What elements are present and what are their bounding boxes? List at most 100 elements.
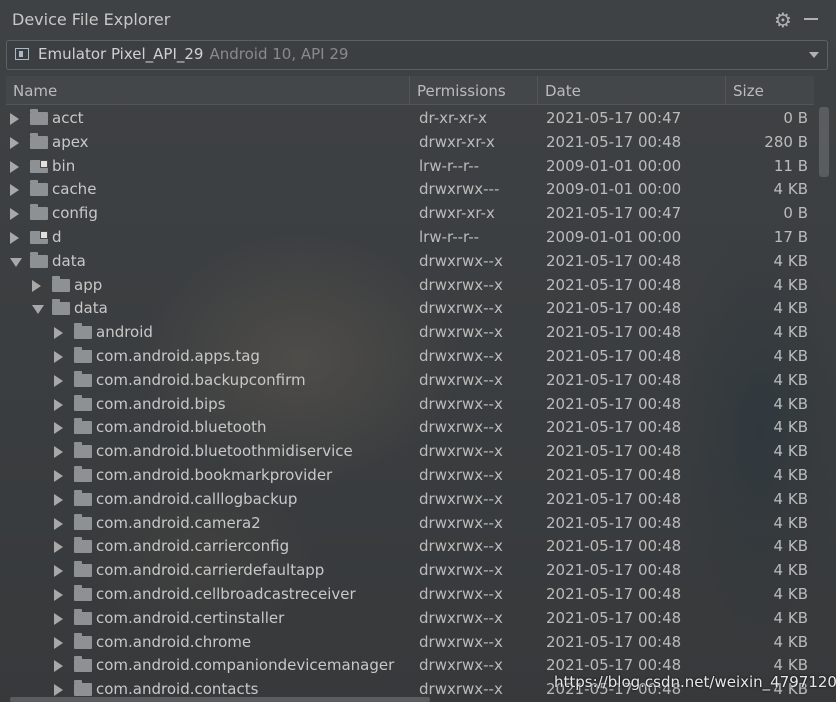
file-name: acct <box>52 109 84 127</box>
file-permissions: drwxrwx--x <box>419 656 503 675</box>
folder-icon <box>30 204 48 221</box>
expand-right-icon[interactable] <box>54 350 63 363</box>
file-permissions: drwxrwx--x <box>419 632 503 651</box>
file-size: 4 KB <box>773 561 808 580</box>
table-row[interactable]: com.android.carrierconfig drwxrwx--x 2021-… <box>6 535 814 559</box>
chevron-down-icon[interactable] <box>809 52 819 58</box>
expand-down-icon[interactable] <box>10 257 22 267</box>
expand-right-icon[interactable] <box>54 493 63 506</box>
expand-right-icon[interactable] <box>10 136 19 149</box>
table-row[interactable]: bin lrw-r--r-- 2009-01-01 00:00 11 B <box>6 155 814 179</box>
folder-icon <box>30 132 48 149</box>
table-row[interactable]: com.android.bips drwxrwx--x 2021-05-17 00:… <box>6 393 814 417</box>
file-name: config <box>52 204 98 223</box>
expand-right-icon[interactable] <box>54 422 63 435</box>
expand-right-icon[interactable] <box>32 279 41 292</box>
table-row[interactable]: android drwxrwx--x 2021-05-17 00:48 4 KB <box>6 321 814 345</box>
file-size: 4 KB <box>773 632 808 651</box>
expand-right-icon[interactable] <box>54 327 63 340</box>
expand-right-icon[interactable] <box>54 517 63 530</box>
expand-right-icon[interactable] <box>54 588 63 601</box>
expand-right-icon[interactable] <box>54 469 63 482</box>
file-size: 4 KB <box>773 370 808 389</box>
file-size: 17 B <box>773 227 808 246</box>
table-row[interactable]: data drwxrwx--x 2021-05-17 00:48 4 KB <box>6 297 814 321</box>
vertical-scrollbar[interactable] <box>819 107 829 177</box>
table-row[interactable]: app drwxrwx--x 2021-05-17 00:48 4 KB <box>6 274 814 298</box>
file-date: 2021-05-17 00:48 <box>546 275 682 294</box>
expand-right-icon[interactable] <box>54 565 63 578</box>
file-size: 4 KB <box>773 465 808 484</box>
file-name: apex <box>52 132 89 151</box>
expand-right-icon[interactable] <box>54 374 63 387</box>
device-selector-dropdown[interactable]: Emulator Pixel_API_29 Android 10, API 29 <box>6 40 828 70</box>
file-date: 2021-05-17 00:48 <box>546 132 682 151</box>
column-header-permissions[interactable]: Permissions <box>410 76 538 104</box>
table-row[interactable]: d lrw-r--r-- 2009-01-01 00:00 17 B <box>6 226 814 250</box>
gear-icon[interactable]: ⚙ <box>772 9 794 31</box>
folder-icon <box>52 275 70 292</box>
folder-icon <box>30 109 48 125</box>
table-row[interactable]: com.android.bookmarkprovider drwxrwx--x 20… <box>6 464 814 488</box>
expand-down-icon[interactable] <box>32 305 44 315</box>
link-file-icon <box>30 159 48 173</box>
file-size: 4 KB <box>773 323 808 342</box>
table-row[interactable]: config drwxr-xr-x 2021-05-17 00:47 0 B <box>6 202 814 226</box>
table-row[interactable]: com.android.certinstaller drwxrwx--x 2021-… <box>6 607 814 631</box>
table-row[interactable]: com.android.calllogbackup drwxrwx--x 2021-… <box>6 488 814 512</box>
expand-right-icon[interactable] <box>10 208 19 221</box>
expand-right-icon[interactable] <box>54 660 63 673</box>
table-row[interactable]: com.android.backupconfirm drwxrwx--x 2021-… <box>6 369 814 393</box>
file-date: 2021-05-17 00:48 <box>546 656 682 675</box>
table-row[interactable]: com.android.carrierdefaultapp drwxrwx--x 2… <box>6 559 814 583</box>
expand-right-icon[interactable] <box>54 612 63 625</box>
folder-icon <box>74 465 92 482</box>
table-row[interactable]: com.android.bluetooth drwxrwx--x 2021-05-1… <box>6 416 814 440</box>
file-rows: acct dr-xr-xr-x 2021-05-17 00:47 0 B apex drw… <box>6 107 814 696</box>
minus-icon[interactable] <box>804 18 818 20</box>
table-row[interactable]: data drwxrwx--x 2021-05-17 00:48 4 KB <box>6 250 814 274</box>
file-name: com.android.contacts <box>96 680 259 696</box>
horizontal-scrollbar[interactable] <box>10 697 430 702</box>
folder-icon <box>74 346 92 363</box>
column-header-size[interactable]: Size <box>726 76 814 104</box>
table-row[interactable]: com.android.camera2 drwxrwx--x 2021-05-17 … <box>6 512 814 536</box>
table-row[interactable]: com.android.apps.tag drwxrwx--x 2021-05-17… <box>6 345 814 369</box>
file-name: android <box>96 323 153 342</box>
table-row[interactable]: apex drwxr-xr-x 2021-05-17 00:48 280 B <box>6 131 814 155</box>
column-header-name[interactable]: Name <box>6 76 410 104</box>
table-row[interactable]: com.android.chrome drwxrwx--x 2021-05-17 0… <box>6 631 814 655</box>
expand-right-icon[interactable] <box>54 446 63 459</box>
file-size: 4 KB <box>773 584 808 603</box>
table-row[interactable]: cache drwxrwx--- 2009-01-01 00:00 4 KB <box>6 178 814 202</box>
folder-icon <box>74 394 92 411</box>
table-row[interactable]: com.android.bluetoothmidiservice drwxrwx-… <box>6 440 814 464</box>
file-permissions: drwxrwx--x <box>419 394 503 413</box>
expand-right-icon[interactable] <box>54 636 63 649</box>
tool-window-title: Device File Explorer <box>12 10 171 29</box>
file-name: app <box>74 275 103 294</box>
column-header-date[interactable]: Date <box>538 76 726 104</box>
file-date: 2021-05-17 00:48 <box>546 370 682 389</box>
file-name: com.android.carrierdefaultapp <box>96 561 325 580</box>
folder-icon <box>74 323 92 340</box>
folder-icon <box>74 561 92 578</box>
expand-right-icon[interactable] <box>10 184 19 197</box>
file-date: 2009-01-01 00:00 <box>546 180 682 199</box>
table-row[interactable]: com.android.cellbroadcastreceiver drwxrwx… <box>6 583 814 607</box>
expand-right-icon[interactable] <box>10 113 19 125</box>
folder-icon <box>74 656 92 673</box>
expand-right-icon[interactable] <box>10 231 19 244</box>
file-date: 2021-05-17 00:48 <box>546 584 682 603</box>
expand-right-icon[interactable] <box>10 160 19 173</box>
file-date: 2021-05-17 00:48 <box>546 561 682 580</box>
expand-right-icon[interactable] <box>54 684 63 696</box>
file-size: 4 KB <box>773 537 808 556</box>
device-icon <box>15 48 29 60</box>
table-row[interactable]: acct dr-xr-xr-x 2021-05-17 00:47 0 B <box>6 107 814 131</box>
file-size: 0 B <box>783 204 808 223</box>
expand-right-icon[interactable] <box>54 541 63 554</box>
expand-right-icon[interactable] <box>54 398 63 411</box>
file-permissions: drwxrwx--x <box>419 680 503 696</box>
folder-icon <box>74 489 92 506</box>
